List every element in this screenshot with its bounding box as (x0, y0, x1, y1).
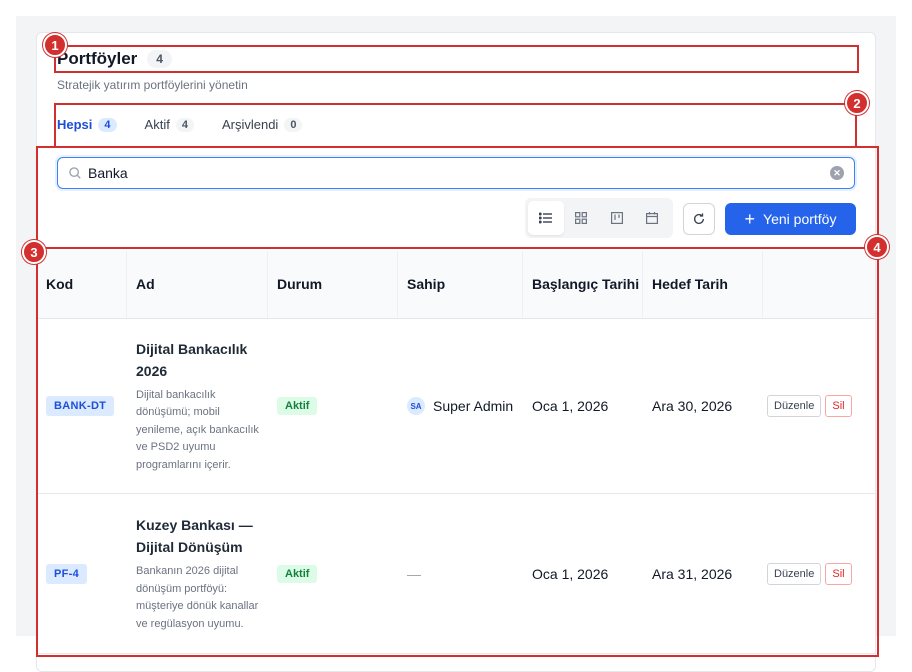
portfolio-description: Bankanın 2026 dijital dönüşüm portföyü: … (136, 565, 259, 630)
new-portfolio-label: Yeni portföy (763, 211, 837, 227)
tab-all-label: Hepsi (57, 117, 93, 132)
tab-archived-label: Arşivlendi (221, 117, 279, 132)
col-header-status[interactable]: Durum (268, 251, 398, 318)
tab-active[interactable]: Aktif 4 (145, 117, 194, 132)
table-row[interactable]: PF-4 Kuzey Bankası — Dijital Dönüşüm Ban… (37, 494, 875, 654)
tab-active-count: 4 (175, 117, 194, 132)
list-view-icon[interactable] (528, 201, 564, 235)
col-header-target-date[interactable]: Hedef Tarih (643, 251, 763, 318)
status-badge: Aktif (277, 397, 318, 415)
start-date: Oca 1, 2026 (532, 398, 609, 414)
status-badge: Aktif (277, 564, 318, 583)
tab-bar: Hepsi 4 Aktif 4 Arşivlendi 0 (57, 117, 330, 132)
col-header-actions (763, 251, 875, 318)
calendar-view-icon[interactable] (635, 201, 671, 235)
page-subtitle: Stratejik yatırım portföylerini yönetin (57, 78, 248, 92)
search-icon (69, 167, 81, 179)
tab-all[interactable]: Hepsi 4 (57, 117, 117, 132)
tab-all-count: 4 (98, 117, 117, 132)
portfolio-code: BANK-DT (46, 396, 115, 416)
refresh-icon (693, 213, 705, 224)
title-text: Portföyler (57, 49, 138, 68)
portfolio-table: Kod Ad Durum Sahip Başlangıç Tarihi Hede… (37, 251, 875, 654)
tab-archived[interactable]: Arşivlendi 0 (221, 117, 303, 132)
portfolio-name-block: Dijital Bankacılık 2026 Dijital bankacıl… (136, 324, 268, 489)
avatar: SA (407, 397, 425, 415)
table-row[interactable]: BANK-DT Dijital Bankacılık 2026 Dijital … (37, 319, 875, 494)
portfolio-card: Portföyler 4 Stratejik yatırım portföyle… (36, 32, 876, 672)
table-header: Kod Ad Durum Sahip Başlangıç Tarihi Hede… (37, 251, 875, 319)
edit-button[interactable]: Düzenle (767, 562, 822, 585)
grid-view-icon[interactable] (564, 201, 600, 235)
new-portfolio-button[interactable]: + Yeni portföy (725, 203, 856, 235)
delete-button[interactable]: Sil (825, 562, 852, 585)
clear-search-icon[interactable]: ✕ (830, 166, 844, 180)
col-header-name[interactable]: Ad (127, 251, 268, 318)
col-header-code[interactable]: Kod (37, 251, 127, 318)
plus-icon: + (744, 209, 756, 229)
annotation-badge-2: 2 (845, 91, 869, 115)
portfolio-description: Dijital bankacılık dönüşümü; mobil yenil… (136, 388, 259, 471)
col-header-owner[interactable]: Sahip (398, 251, 523, 318)
refresh-button[interactable] (683, 203, 715, 235)
target-date: Ara 30, 2026 (652, 398, 733, 414)
portfolio-name[interactable]: Dijital Bankacılık 2026 (136, 338, 268, 382)
portfolio-code: PF-4 (46, 563, 88, 584)
col-header-start-date[interactable]: Başlangıç Tarihi (523, 251, 643, 318)
start-date: Oca 1, 2026 (532, 565, 609, 582)
search-field[interactable]: ✕ (57, 157, 855, 189)
view-switcher (525, 198, 673, 238)
annotation-badge-3: 3 (22, 240, 46, 264)
tab-active-label: Aktif (144, 117, 170, 132)
title-count-badge: 4 (147, 50, 172, 68)
page-title: Portföyler 4 (57, 49, 172, 69)
owner-name: — (407, 565, 421, 582)
annotation-badge-1: 1 (43, 33, 67, 57)
portfolio-name-block: Kuzey Bankası — Dijital Dönüşüm Bankanın… (136, 500, 268, 647)
tab-archived-count: 0 (284, 117, 303, 132)
owner-name: Super Admin (433, 398, 514, 414)
search-input[interactable] (88, 165, 830, 181)
portfolio-name[interactable]: Kuzey Bankası — Dijital Dönüşüm (136, 514, 268, 558)
delete-button[interactable]: Sil (825, 395, 852, 417)
annotation-badge-4: 4 (865, 235, 889, 259)
edit-button[interactable]: Düzenle (767, 395, 822, 417)
board-view-icon[interactable] (599, 201, 635, 235)
target-date: Ara 31, 2026 (652, 565, 733, 582)
